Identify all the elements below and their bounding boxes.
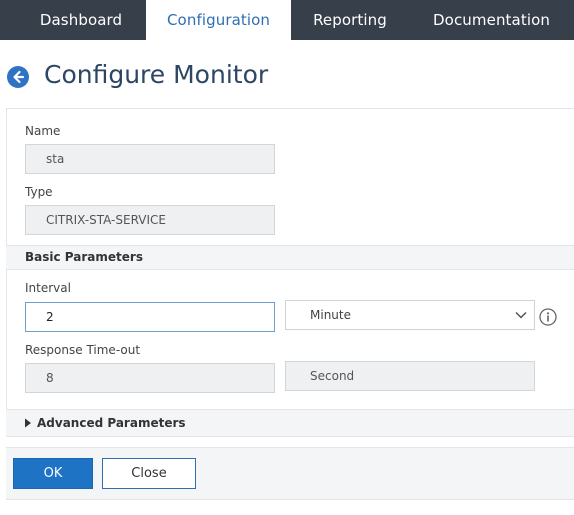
advanced-parameters-title[interactable]: Advanced Parameters [37, 416, 186, 430]
page-title: Configure Monitor [44, 60, 269, 89]
ok-button[interactable]: OK [13, 458, 93, 489]
back-arrow-icon[interactable] [7, 66, 29, 88]
chevron-down-icon [515, 311, 527, 319]
close-button[interactable]: Close [102, 458, 196, 489]
name-label: Name [25, 124, 61, 138]
response-timeout-field: 8 [25, 363, 275, 393]
tab-documentation[interactable]: Documentation [409, 0, 574, 40]
interval-unit-select[interactable]: Minute [285, 300, 535, 330]
tab-dashboard[interactable]: Dashboard [0, 0, 146, 40]
interval-unit-value: Minute [310, 308, 351, 322]
response-timeout-unit-field: Second [285, 361, 535, 391]
name-field: sta [25, 144, 275, 174]
type-field: CITRIX-STA-SERVICE [25, 205, 275, 235]
basic-parameters-title: Basic Parameters [25, 250, 143, 264]
interval-input[interactable]: 2 [25, 302, 275, 332]
top-navigation: Dashboard Configuration Reporting Docume… [0, 0, 574, 40]
caret-right-icon[interactable] [24, 418, 32, 428]
response-timeout-label: Response Time-out [25, 343, 141, 357]
tab-reporting[interactable]: Reporting [291, 0, 409, 40]
type-label: Type [25, 185, 53, 199]
interval-label: Interval [25, 281, 71, 295]
info-icon[interactable] [539, 308, 557, 326]
tab-configuration[interactable]: Configuration [146, 0, 291, 40]
